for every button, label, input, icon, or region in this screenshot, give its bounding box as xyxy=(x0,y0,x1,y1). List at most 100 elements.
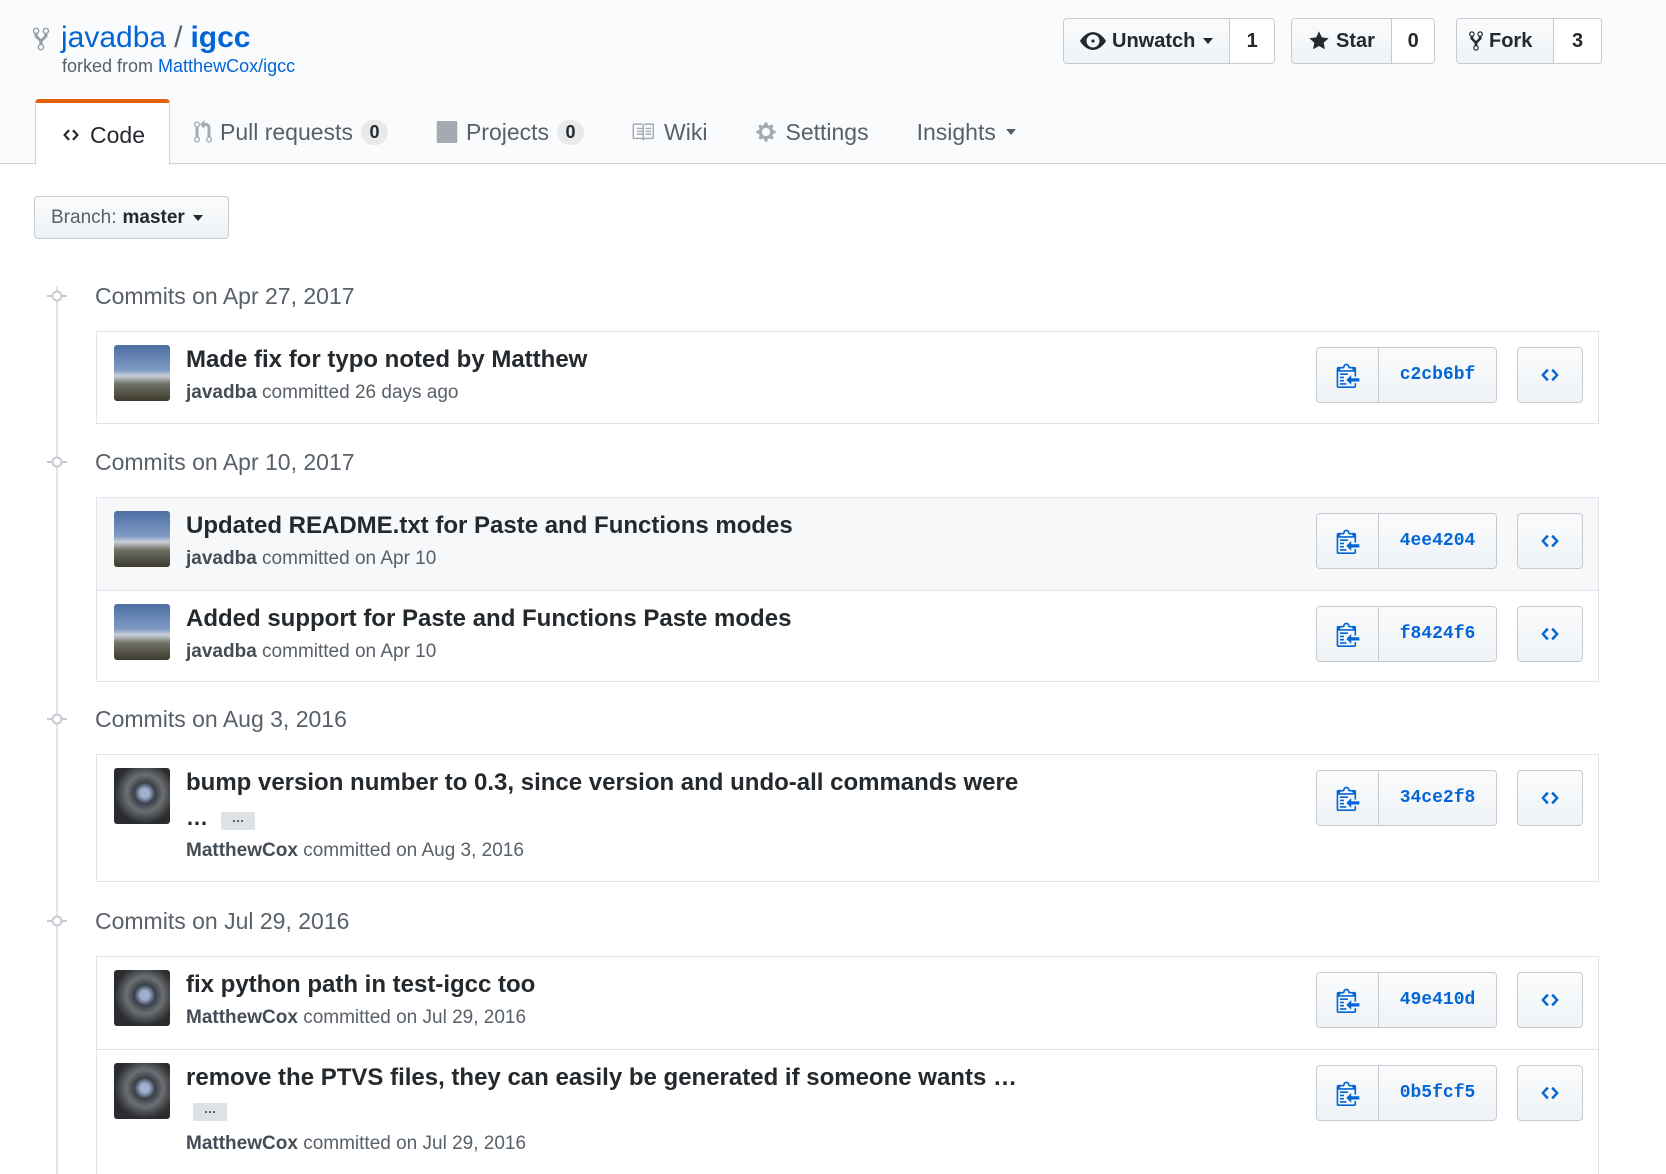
browse-repo-at-commit-button[interactable] xyxy=(1517,770,1583,826)
commit-sha-link[interactable]: 4ee4204 xyxy=(1379,514,1496,568)
fork-button-group: Fork 3 xyxy=(1456,18,1602,64)
avatar[interactable] xyxy=(114,604,170,660)
repo-forked-icon xyxy=(32,27,50,51)
tab-insights-label: Insights xyxy=(916,118,996,145)
code-icon xyxy=(63,129,79,141)
commit-sha-link[interactable]: 0b5fcf5 xyxy=(1379,1066,1496,1120)
commit-sha-link[interactable]: f8424f6 xyxy=(1379,607,1496,661)
commit-row: Added support for Paste and Functions Pa… xyxy=(97,590,1598,681)
browse-repo-at-commit-button[interactable] xyxy=(1517,347,1583,403)
copy-sha-button[interactable] xyxy=(1317,514,1379,568)
commit-meta: javadba committed on Apr 10 xyxy=(186,548,436,570)
copy-sha-button[interactable] xyxy=(1317,771,1379,825)
timeline-line xyxy=(56,286,58,1174)
repo-name-link[interactable]: igcc xyxy=(190,21,250,54)
commit-message[interactable]: Made fix for typo noted by Matthew xyxy=(186,346,587,374)
star-button[interactable]: Star xyxy=(1292,19,1393,63)
commit-group-title: Commits on Apr 27, 2017 xyxy=(95,283,355,309)
repo-owner-link[interactable]: javadba xyxy=(61,21,166,54)
tab-projects[interactable]: Projects 0 xyxy=(412,99,608,165)
commit-time: committed on Apr 10 xyxy=(262,641,437,662)
repo-title: javadba / igcc xyxy=(61,18,250,58)
copy-sha-button[interactable] xyxy=(1317,973,1379,1027)
tab-code[interactable]: Code xyxy=(35,99,170,165)
commit-message[interactable]: fix python path in test-igcc too xyxy=(186,971,535,999)
commit-group-title: Commits on Jul 29, 2016 xyxy=(95,908,350,934)
tab-wiki[interactable]: Wiki xyxy=(608,99,731,165)
commit-sha-link[interactable]: c2cb6bf xyxy=(1379,348,1496,402)
gear-icon xyxy=(756,122,777,142)
commit-sha-link[interactable]: 49e410d xyxy=(1379,973,1496,1027)
commit-author[interactable]: MatthewCox xyxy=(186,1007,298,1028)
commit-message[interactable]: remove the PTVS files, they can easily b… xyxy=(186,1064,1017,1092)
unwatch-label: Unwatch xyxy=(1112,29,1196,52)
browse-repo-at-commit-button[interactable] xyxy=(1517,513,1583,569)
commit-author[interactable]: MatthewCox xyxy=(186,1133,298,1154)
browse-repo-at-commit-button[interactable] xyxy=(1517,606,1583,662)
browse-repo-at-commit-button[interactable] xyxy=(1517,1065,1583,1121)
avatar[interactable] xyxy=(114,345,170,401)
code-icon xyxy=(1541,534,1559,548)
commit-message-ellipsis: … xyxy=(186,805,208,830)
commit-row: fix python path in test-igcc too Matthew… xyxy=(97,957,1598,1049)
commit-group-list: fix python path in test-igcc too Matthew… xyxy=(96,956,1599,1174)
sha-button-group: 4ee4204 xyxy=(1316,513,1497,569)
browse-repo-at-commit-button[interactable] xyxy=(1517,972,1583,1028)
commit-meta: MatthewCox committed on Aug 3, 2016 xyxy=(186,840,524,862)
copy-sha-button[interactable] xyxy=(1317,348,1379,402)
repo-forked-icon xyxy=(1469,31,1483,51)
code-icon xyxy=(1541,627,1559,641)
branch-select-button[interactable]: Branch: master xyxy=(34,196,229,239)
commit-row: bump version number to 0.3, since versio… xyxy=(97,755,1598,881)
avatar[interactable] xyxy=(114,511,170,567)
avatar[interactable] xyxy=(114,768,170,824)
repo-header: javadba / igcc forked from MatthewCox/igcc… xyxy=(0,0,1666,165)
commit-group-list: Updated README.txt for Paste and Functio… xyxy=(96,497,1599,682)
commit-group-list: Made fix for typo noted by Matthew javad… xyxy=(96,331,1599,424)
commit-time: committed on Jul 29, 2016 xyxy=(303,1133,527,1154)
tab-insights[interactable]: Insights xyxy=(893,99,1040,165)
project-icon xyxy=(436,121,458,143)
expand-commit-message-button[interactable]: … xyxy=(221,811,255,830)
commit-time: committed on Apr 10 xyxy=(262,548,437,569)
projects-counter: 0 xyxy=(557,119,585,145)
caret-down-icon xyxy=(1203,38,1214,44)
git-commit-icon xyxy=(47,713,67,725)
avatar[interactable] xyxy=(114,1063,170,1119)
commit-message[interactable]: Updated README.txt for Paste and Functio… xyxy=(186,512,793,540)
commit-row: remove the PTVS files, they can easily b… xyxy=(97,1049,1598,1174)
copy-sha-button[interactable] xyxy=(1317,1066,1379,1120)
git-commit-icon xyxy=(47,456,67,468)
commit-author[interactable]: javadba xyxy=(186,548,257,569)
tab-settings[interactable]: Settings xyxy=(731,99,892,165)
commit-time: committed 26 days ago xyxy=(262,382,459,403)
copy-sha-button[interactable] xyxy=(1317,607,1379,661)
code-icon xyxy=(1541,791,1559,805)
commit-author[interactable]: MatthewCox xyxy=(186,840,298,861)
forked-from-link[interactable]: MatthewCox/igcc xyxy=(158,56,295,76)
unwatch-button[interactable]: Unwatch xyxy=(1064,19,1231,63)
sha-button-group: 49e410d xyxy=(1316,972,1497,1028)
branch-label: Branch: xyxy=(51,206,117,228)
sha-button-group: f8424f6 xyxy=(1316,606,1497,662)
forked-from: forked from MatthewCox/igcc xyxy=(62,55,295,77)
expand-commit-message-button[interactable]: … xyxy=(193,1102,227,1121)
stargazers-count[interactable]: 0 xyxy=(1392,19,1434,63)
commit-sha-link[interactable]: 34ce2f8 xyxy=(1379,771,1496,825)
watchers-count[interactable]: 1 xyxy=(1230,19,1274,63)
fork-label: Fork xyxy=(1489,29,1533,52)
book-icon xyxy=(632,123,655,141)
commit-message[interactable]: bump version number to 0.3, since versio… xyxy=(186,769,1018,797)
star-icon xyxy=(1309,31,1329,50)
forks-count[interactable]: 3 xyxy=(1554,19,1601,63)
commit-meta: javadba committed on Apr 10 xyxy=(186,641,436,663)
branch-name: master xyxy=(122,206,185,228)
avatar[interactable] xyxy=(114,970,170,1026)
sha-button-group: 0b5fcf5 xyxy=(1316,1065,1497,1121)
commit-message[interactable]: Added support for Paste and Functions Pa… xyxy=(186,605,791,633)
commit-author[interactable]: javadba xyxy=(186,382,257,403)
tab-pull-requests[interactable]: Pull requests 0 xyxy=(170,99,412,165)
commit-author[interactable]: javadba xyxy=(186,641,257,662)
fork-button[interactable]: Fork xyxy=(1457,19,1554,63)
commit-row: Updated README.txt for Paste and Functio… xyxy=(97,498,1598,590)
